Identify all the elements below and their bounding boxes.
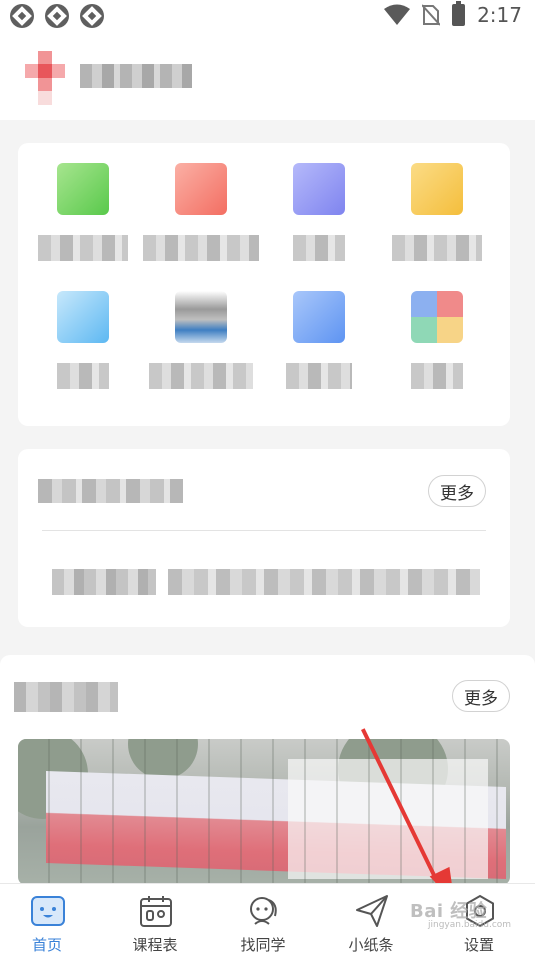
app-label-redacted: [143, 235, 259, 261]
app-tile-4[interactable]: [378, 163, 496, 281]
nav-label: 课程表: [132, 936, 178, 953]
nav-notes[interactable]: 小纸条: [326, 894, 416, 953]
baidu-watermark-url: jingyan.baidu.com: [428, 920, 512, 930]
app-tile-5[interactable]: [24, 291, 142, 409]
news-section: 更多: [0, 655, 535, 885]
app-label-redacted: [149, 363, 253, 389]
app-icon: [293, 163, 345, 215]
nav-label: 小纸条: [348, 936, 394, 953]
notice-more-button[interactable]: 更多: [428, 475, 486, 507]
app-icon: [57, 291, 109, 343]
app-tile-8[interactable]: [378, 291, 496, 409]
wifi-icon: [384, 4, 411, 25]
app-label-redacted: [57, 363, 109, 389]
cross-logo-icon: [25, 51, 65, 105]
aperture-icon: [45, 4, 69, 28]
app-label-redacted: [411, 363, 463, 389]
nav-home[interactable]: 首页: [2, 894, 92, 953]
home-face-icon: [31, 896, 65, 926]
news-more-button[interactable]: 更多: [452, 680, 510, 712]
news-banner-image[interactable]: [18, 739, 510, 885]
school-name-redacted: [80, 64, 192, 88]
notification-icons: [10, 4, 104, 28]
schedule-icon: [140, 896, 172, 927]
paper-plane-icon: [356, 895, 388, 927]
app-icon: [411, 291, 463, 343]
status-time: 2:17: [477, 3, 522, 27]
system-icons: 2:17: [384, 1, 522, 27]
status-bar: 2:17: [0, 0, 535, 34]
notice-date-redacted: [52, 569, 156, 595]
aperture-icon: [10, 4, 34, 28]
app-header: [0, 34, 535, 120]
aperture-icon: [80, 4, 104, 28]
app-icon: [175, 291, 227, 343]
no-sim-icon: [422, 4, 441, 26]
nav-label: 首页: [31, 936, 62, 953]
app-label-redacted: [38, 235, 128, 261]
notice-item-redacted[interactable]: [168, 569, 480, 595]
app-icon: [175, 163, 227, 215]
app-tile-6[interactable]: [142, 291, 260, 409]
app-icon: [57, 163, 109, 215]
nav-schedule[interactable]: 课程表: [110, 894, 200, 953]
app-tile-3[interactable]: [260, 163, 378, 281]
app-label-redacted: [286, 363, 352, 389]
app-grid-card: [18, 143, 510, 426]
app-icon: [411, 163, 463, 215]
app-icon: [293, 291, 345, 343]
nav-classmates[interactable]: 找同学: [218, 894, 308, 953]
notice-card: 更多: [18, 449, 510, 627]
app-tile-7[interactable]: [260, 291, 378, 409]
notice-section-title-redacted: [38, 479, 183, 503]
news-section-title-redacted: [14, 682, 118, 712]
divider: [42, 530, 486, 531]
nav-label: 找同学: [240, 936, 286, 953]
app-label-redacted: [392, 235, 482, 261]
classmates-icon: [250, 897, 277, 925]
app-tile-1[interactable]: [24, 163, 142, 281]
battery-icon: [452, 1, 466, 26]
app-tile-2[interactable]: [142, 163, 260, 281]
app-label-redacted: [293, 235, 345, 261]
nav-label: 设置: [463, 936, 494, 953]
